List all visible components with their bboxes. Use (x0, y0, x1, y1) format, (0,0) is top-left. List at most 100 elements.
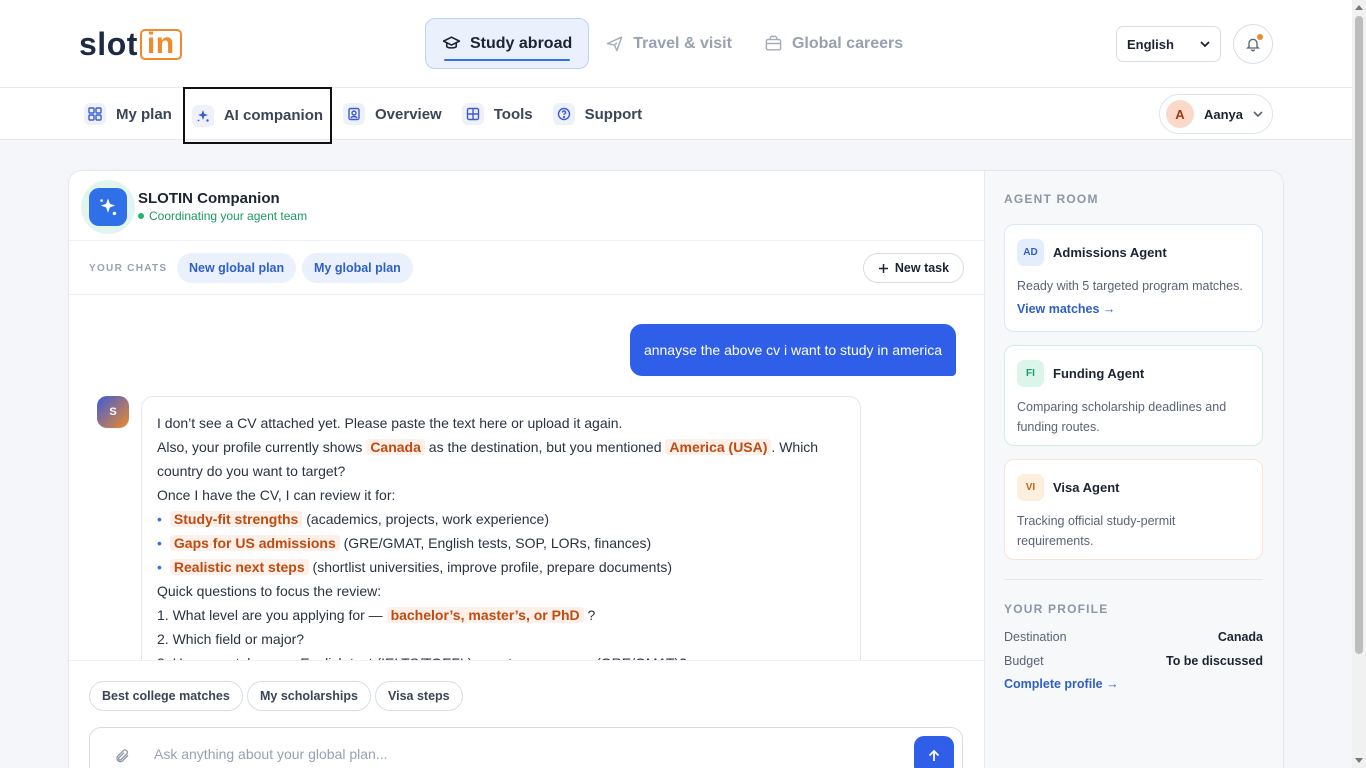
user-menu[interactable]: A Aanya (1159, 94, 1273, 134)
agent-badge: FI (1017, 360, 1044, 387)
plus-icon (878, 263, 888, 273)
agent-description: Tracking official study-permit requireme… (1017, 514, 1176, 548)
highlight-canada: Canada (366, 439, 425, 455)
view-matches-link[interactable]: View matches → (1017, 302, 1250, 316)
online-dot-icon (138, 213, 144, 219)
tab-global-careers[interactable]: Global careers (748, 18, 919, 69)
send-button[interactable] (914, 736, 954, 768)
bot-line: 2. Which field or major? (157, 631, 305, 647)
paperclip-icon[interactable] (114, 748, 130, 768)
profile-value: Canada (1217, 630, 1263, 644)
bot-line: Once I have the CV, I can review it for: (157, 487, 396, 503)
notifications-button[interactable] (1233, 24, 1273, 64)
highlight-text: Study-fit strengths (169, 511, 303, 527)
avatar: A (1166, 100, 1194, 128)
sparkle-icon (191, 104, 214, 127)
agent-name: Visa Agent (1053, 480, 1120, 495)
grid-icon (84, 103, 106, 125)
tab-study-abroad[interactable]: Study abroad (425, 18, 590, 69)
scroll-down-icon[interactable] (1355, 758, 1363, 763)
chat-pill-new-global-plan[interactable]: New global plan (177, 253, 297, 283)
bot-line: Also, your profile currently shows Canad… (157, 439, 819, 479)
user-message: annayse the above cv i want to study in … (629, 324, 956, 376)
scroll-up-icon[interactable] (1355, 5, 1363, 10)
agent-name: Admissions Agent (1053, 245, 1167, 260)
nav-my-plan-label: My plan (116, 105, 172, 123)
chat-column: SLOTIN Companion Coordinating your agent… (69, 171, 985, 768)
bot-message: I don’t see a CV attached yet. Please pa… (141, 396, 861, 660)
bot-line: 3. Have you taken any English test (IELT… (157, 651, 845, 660)
notification-dot (1257, 34, 1263, 40)
new-task-label: New task (894, 261, 950, 275)
suggestion-my-scholarships[interactable]: My scholarships (247, 681, 371, 711)
bullet-item: • Study-fit strengths (academics, project… (157, 511, 550, 527)
bot-line: 1. What level are you applying for — bac… (157, 607, 596, 623)
arrow-up-icon (928, 749, 940, 761)
profile-value: To be discussed (1165, 654, 1263, 668)
companion-status: Coordinating your agent team (138, 209, 307, 223)
nav-overview-label: Overview (375, 105, 442, 123)
sparkle-icon (100, 198, 117, 216)
tab-global-careers-label: Global careers (791, 34, 904, 52)
agent-description: Comparing scholarship deadlines and fund… (1017, 400, 1227, 434)
your-chats-label: YOUR CHATS (89, 263, 168, 274)
tab-travel-visit-label: Travel & visit (633, 34, 732, 52)
secondary-nav: My plan AI companion Overview Tools Supp… (0, 87, 1352, 144)
help-circle-icon (552, 103, 575, 125)
airplane-icon (606, 36, 623, 52)
nav-ai-companion-label: AI companion (223, 107, 324, 124)
bullet-item: • Gaps for US admissions (GRE/GMAT, Engli… (157, 535, 652, 551)
profile-key: Destination (1004, 630, 1067, 644)
language-select[interactable]: English (1116, 26, 1221, 62)
logo-text: slot (79, 25, 138, 62)
profile-row-destination: Destination Canada (1004, 630, 1263, 644)
agent-name: Funding Agent (1053, 366, 1145, 381)
agent-badge: AD (1017, 239, 1044, 266)
message-list[interactable]: annayse the above cv i want to study in … (69, 295, 985, 660)
companion-status-text: Coordinating your agent team (149, 209, 308, 223)
user-name: Aanya (1204, 106, 1244, 122)
chevron-down-icon (1200, 41, 1210, 48)
companion-card: SLOTIN Companion Coordinating your agent… (68, 170, 1284, 768)
suggestion-best-college-matches[interactable]: Best college matches (89, 681, 243, 711)
agent-description: Ready with 5 targeted program matches. (1017, 279, 1243, 293)
message-input[interactable] (154, 742, 894, 766)
logo-box-text: in (139, 28, 182, 60)
top-header: slot in Study abroad Travel & visit Globa… (0, 0, 1352, 88)
highlight-text: bachelor’s, master’s, or PhD (386, 607, 584, 623)
nav-support[interactable]: Support (545, 88, 651, 140)
bullet-item: • Realistic next steps (shortlist univers… (157, 559, 673, 575)
chat-header: SLOTIN Companion Coordinating your agent… (69, 171, 985, 241)
slotin-logo[interactable]: slot in (79, 26, 182, 62)
chats-bar: YOUR CHATS New global plan My global pla… (69, 241, 985, 295)
tab-travel-visit[interactable]: Travel & visit (589, 18, 748, 69)
chat-pill-my-global-plan[interactable]: My global plan (302, 253, 413, 283)
your-profile-label: YOUR PROFILE (1004, 602, 1109, 616)
agent-card-visa[interactable]: VI Visa Agent Tracking official study-per… (1004, 459, 1263, 560)
tab-study-abroad-label: Study abroad (470, 34, 573, 52)
agent-card-admissions[interactable]: AD Admissions Agent Ready with 5 targeted… (1004, 224, 1263, 332)
graduation-cap-icon (442, 36, 461, 49)
scrollbar-thumb[interactable] (1355, 16, 1363, 654)
nav-overview[interactable]: Overview (335, 88, 450, 140)
main-tabs: Study abroad Travel & visit Global caree… (425, 18, 919, 69)
complete-profile-link[interactable]: Complete profile → (1004, 677, 1119, 691)
nav-tools[interactable]: Tools (454, 88, 541, 140)
bot-avatar: S (97, 396, 129, 428)
chevron-down-icon (1253, 111, 1263, 118)
nav-my-plan[interactable]: My plan (76, 88, 180, 140)
agent-room-label: AGENT ROOM (1004, 192, 1099, 206)
bot-line: Quick questions to focus the review: (157, 583, 382, 599)
page-scrollbar[interactable] (1352, 0, 1366, 768)
agent-card-funding[interactable]: FI Funding Agent Comparing scholarship de… (1004, 345, 1263, 446)
highlight-text: Gaps for US admissions (169, 535, 340, 551)
briefcase-icon (765, 35, 782, 51)
highlight-text: Realistic next steps (169, 559, 309, 575)
profile-row-budget: Budget To be discussed (1004, 654, 1263, 668)
suggestion-visa-steps[interactable]: Visa steps (375, 681, 463, 711)
tools-grid-icon (461, 103, 484, 125)
suggestion-bar: Best college matches My scholarships Vis… (69, 660, 985, 730)
nav-ai-companion[interactable]: AI companion (182, 87, 333, 144)
agent-sidebar: AGENT ROOM AD Admissions Agent Ready with… (985, 171, 1283, 768)
new-task-button[interactable]: New task (863, 253, 964, 283)
